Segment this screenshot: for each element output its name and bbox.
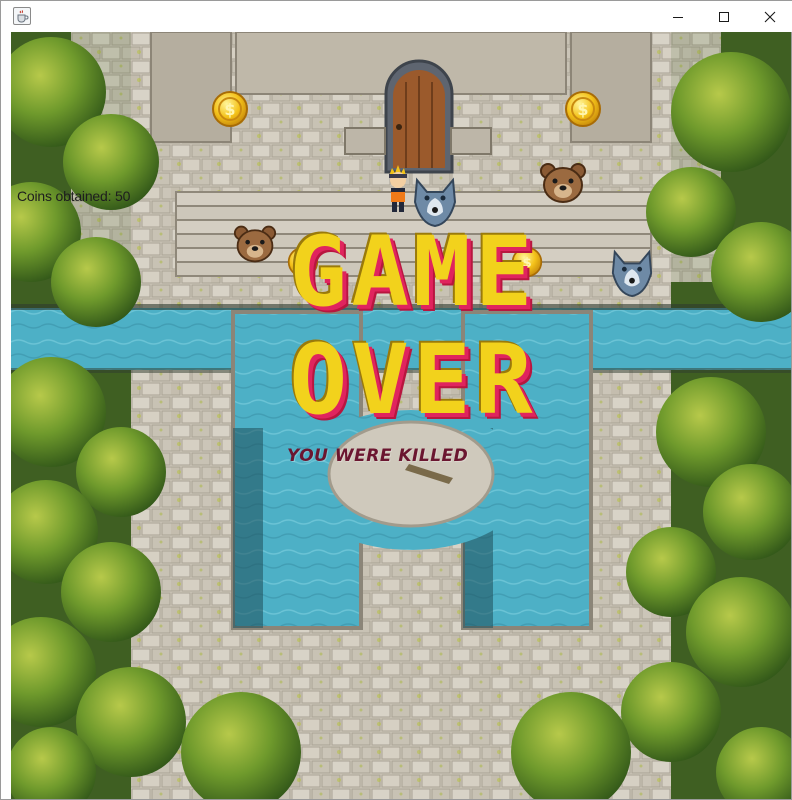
game-over-subtitle: YOU WERE KILLED	[287, 446, 469, 466]
svg-text:$: $	[224, 100, 235, 119]
close-icon	[764, 11, 776, 22]
java-cup-icon	[13, 7, 31, 25]
game-over-title-line1: GAME	[289, 216, 537, 328]
ninja-player-icon	[389, 165, 407, 212]
game-window: $ $ $ $ Coins obtained: 50 GAME OVER YOU…	[0, 0, 792, 800]
close-button[interactable]	[747, 1, 792, 32]
title-bar[interactable]	[1, 1, 792, 32]
svg-text:$: $	[577, 100, 588, 119]
bear-icon	[540, 163, 586, 203]
coins-counter: Coins obtained: 50	[17, 188, 131, 204]
coin-icon: $	[212, 91, 248, 127]
maximize-button[interactable]	[701, 1, 747, 32]
coin-icon: $	[565, 91, 601, 127]
game-canvas[interactable]: $ $ $ $ Coins obtained: 50 GAME OVER YOU…	[11, 32, 791, 799]
game-over-title-line2: OVER	[289, 324, 537, 436]
wolf-icon	[611, 249, 653, 297]
minimize-icon	[673, 16, 683, 18]
maximize-icon	[719, 11, 729, 22]
minimize-button[interactable]	[655, 1, 701, 32]
